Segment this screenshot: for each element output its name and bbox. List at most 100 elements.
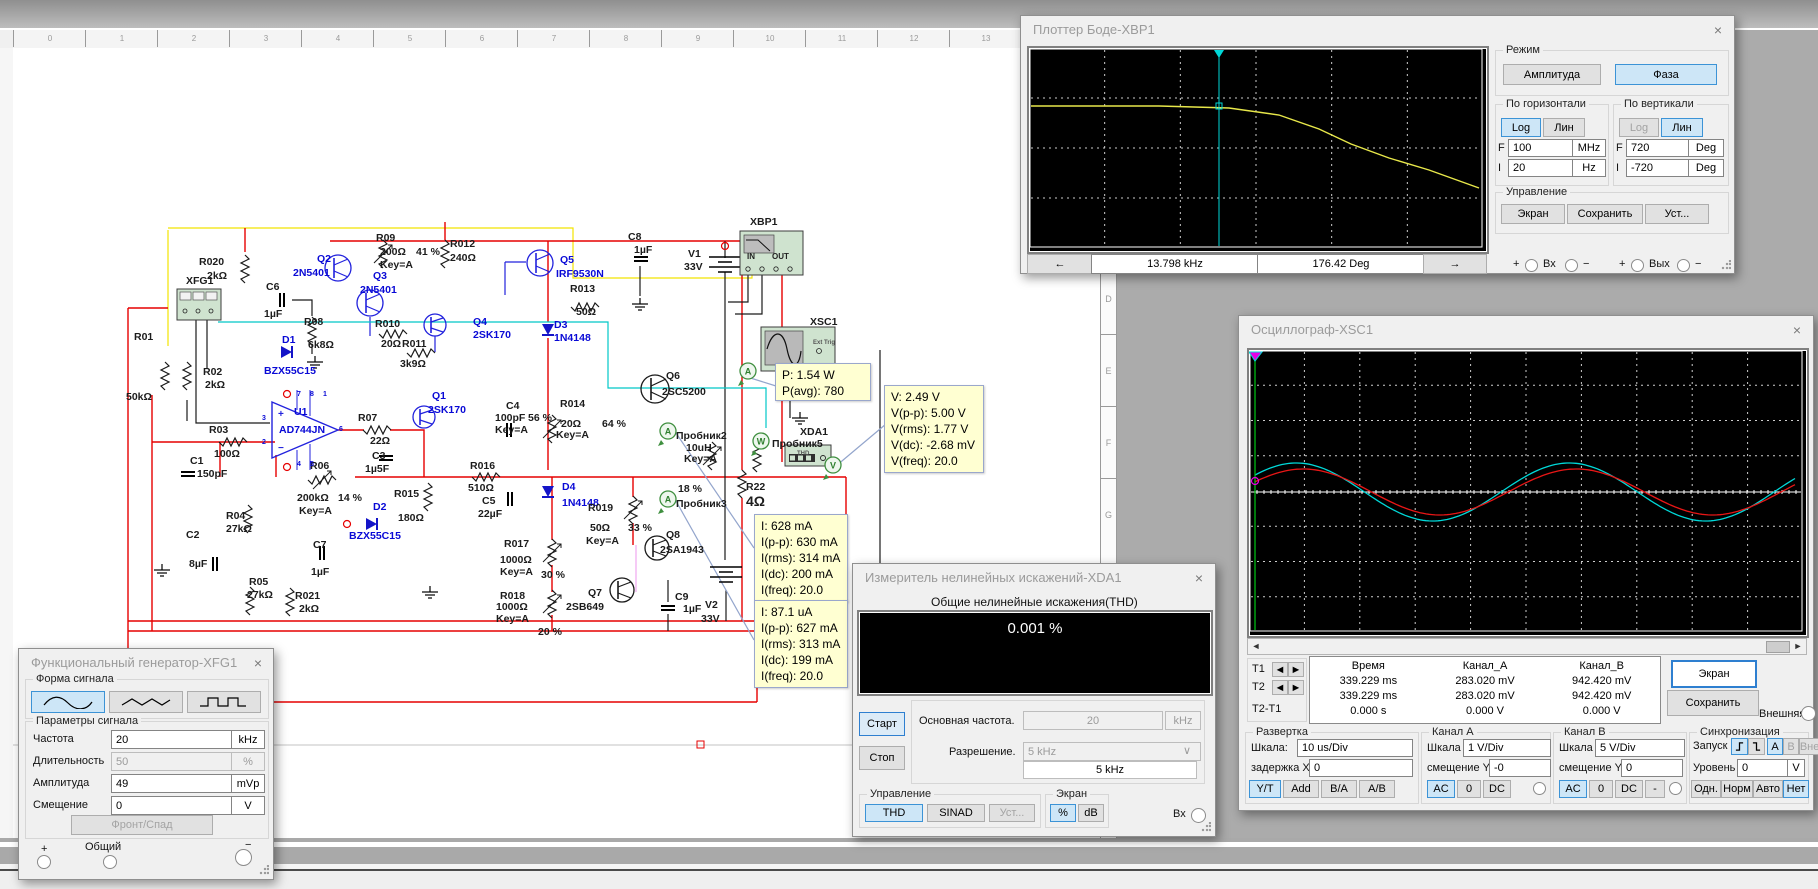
resolution-dropdown[interactable]: 5 kHz xyxy=(1023,742,1201,761)
vertical-f-unit[interactable]: Deg xyxy=(1688,139,1724,157)
horizontal-log-button[interactable]: Log xyxy=(1501,118,1541,137)
group-legend: Режим xyxy=(1503,44,1543,56)
save-button[interactable]: Сохранить xyxy=(1567,204,1643,224)
t1-right-button[interactable]: ► xyxy=(1288,662,1304,677)
vertical-lin-button[interactable]: Лин xyxy=(1661,118,1703,137)
screen-button[interactable]: Экран xyxy=(1501,204,1565,224)
close-icon[interactable]: × xyxy=(1190,569,1208,587)
yt-mode-button[interactable]: Y/T xyxy=(1249,780,1281,798)
save-button[interactable]: Сохранить xyxy=(1667,690,1759,716)
input-radio[interactable] xyxy=(1191,808,1206,823)
chb-offset-label: смещение Y xyxy=(1559,762,1622,774)
percent-button[interactable]: % xyxy=(1050,804,1076,822)
t1-left-button[interactable]: ◄ xyxy=(1272,662,1288,677)
chb-offset-field[interactable]: 0 xyxy=(1621,759,1683,777)
sine-wave-button[interactable] xyxy=(31,691,105,713)
group-legend: По горизонтали xyxy=(1503,98,1589,110)
falling-edge-icon[interactable] xyxy=(1748,738,1765,755)
horizontal-i-unit[interactable]: Hz xyxy=(1572,159,1606,177)
rising-edge-icon[interactable] xyxy=(1731,738,1748,755)
screen-button[interactable]: Экран xyxy=(1671,660,1757,688)
frequency-unit[interactable]: kHz xyxy=(231,730,265,749)
cha-dc-button[interactable]: DC xyxy=(1483,780,1511,798)
ab-mode-button[interactable]: A/B xyxy=(1359,780,1395,798)
sync-ext-button[interactable]: Внеш xyxy=(1799,738,1818,755)
stop-button[interactable]: Стоп xyxy=(859,746,905,770)
cha-offset-label: смещение Y xyxy=(1427,762,1490,774)
t2-left-button[interactable]: ◄ xyxy=(1272,680,1288,695)
single-button[interactable]: Одн. xyxy=(1691,780,1721,798)
in-plus-label: + xyxy=(1513,258,1519,270)
sinad-button[interactable]: SINAD xyxy=(927,804,985,822)
resize-grip[interactable] xyxy=(1721,260,1731,270)
common-terminal[interactable] xyxy=(103,855,117,869)
scroll-right-button[interactable]: → xyxy=(1423,254,1487,274)
start-button[interactable]: Старт xyxy=(859,712,905,736)
offset-field[interactable]: 0 xyxy=(111,796,235,815)
cha-zero-button[interactable]: 0 xyxy=(1457,780,1481,798)
add-mode-button[interactable]: Add xyxy=(1283,780,1319,798)
resize-grip[interactable] xyxy=(259,865,269,875)
amplitude-button[interactable]: Амплитуда xyxy=(1503,64,1601,85)
fundamental-freq-field[interactable]: 20 xyxy=(1023,711,1163,730)
bode-plotter-window[interactable]: Плоттер Боде-XBP1 × ← 13.798 kHz 176.42 … xyxy=(1020,15,1735,274)
auto-button[interactable]: Авто xyxy=(1753,780,1783,798)
triangle-wave-button[interactable] xyxy=(109,691,183,713)
frequency-field[interactable]: 20 xyxy=(111,730,235,749)
group-legend: Параметры сигнала xyxy=(33,715,141,727)
db-button[interactable]: dB xyxy=(1078,804,1104,822)
close-icon[interactable]: × xyxy=(249,654,267,672)
chb-minus-button[interactable]: - xyxy=(1645,780,1665,798)
settings-button[interactable]: Уст... xyxy=(989,804,1035,822)
out-minus-radio[interactable] xyxy=(1677,259,1690,272)
sync-b-button[interactable]: B xyxy=(1783,738,1799,755)
duty-field[interactable]: 50 xyxy=(111,752,235,771)
level-field[interactable]: 0 xyxy=(1737,759,1791,777)
sync-a-button[interactable]: A xyxy=(1767,738,1783,755)
cha-scale-field[interactable]: 1 V/Div xyxy=(1463,739,1551,757)
square-wave-button[interactable] xyxy=(187,691,261,713)
thd-mode-button[interactable]: THD xyxy=(865,804,923,822)
horizontal-lin-button[interactable]: Лин xyxy=(1543,118,1585,137)
phase-button[interactable]: Фаза xyxy=(1615,64,1717,85)
chb-ac-button[interactable]: AC xyxy=(1559,780,1587,798)
horizontal-f-unit[interactable]: MHz xyxy=(1572,139,1606,157)
close-icon[interactable]: × xyxy=(1788,321,1806,339)
in-minus-radio[interactable] xyxy=(1565,259,1578,272)
in-plus-radio[interactable] xyxy=(1525,259,1538,272)
settings-button[interactable]: Уст... xyxy=(1645,204,1709,224)
table-cell: 339.229 ms xyxy=(1310,675,1427,687)
minus-terminal[interactable] xyxy=(235,849,252,866)
external-radio[interactable] xyxy=(1801,706,1816,721)
amplitude-unit[interactable]: mVp xyxy=(231,774,265,793)
horizontal-f-field[interactable]: 100 xyxy=(1508,139,1576,157)
normal-button[interactable]: Норм xyxy=(1721,780,1753,798)
chb-zero-button[interactable]: 0 xyxy=(1589,780,1613,798)
chb-scale-field[interactable]: 5 V/Div xyxy=(1595,739,1685,757)
cha-offset-field[interactable]: -0 xyxy=(1489,759,1551,777)
out-plus-radio[interactable] xyxy=(1631,259,1644,272)
ba-mode-button[interactable]: B/A xyxy=(1321,780,1357,798)
distortion-analyzer-window[interactable]: Измеритель нелинейных искажений-XDA1 × О… xyxy=(852,563,1216,837)
scroll-left-button[interactable]: ← xyxy=(1027,254,1093,274)
cha-ac-button[interactable]: AC xyxy=(1427,780,1455,798)
oscilloscope-window[interactable]: Осциллограф-XSC1 × ◄ ► T1 ◄ ► T2 ◄ ► T2-… xyxy=(1238,315,1814,811)
timebase-delay-field[interactable]: 0 xyxy=(1309,759,1413,777)
none-button[interactable]: Нет xyxy=(1783,780,1809,798)
chb-dc-button[interactable]: DC xyxy=(1615,780,1643,798)
vertical-log-button[interactable]: Log xyxy=(1619,118,1659,137)
function-generator-window[interactable]: Функциональный генератор-XFG1 × Форма си… xyxy=(18,648,274,880)
plus-terminal[interactable] xyxy=(37,855,51,869)
amplitude-field[interactable]: 49 xyxy=(111,774,235,793)
vertical-i-unit[interactable]: Deg xyxy=(1688,159,1724,177)
vertical-i-field[interactable]: -720 xyxy=(1626,159,1692,177)
timebase-scale-field[interactable]: 10 us/Div xyxy=(1297,739,1413,757)
horizontal-i-field[interactable]: 20 xyxy=(1508,159,1576,177)
offset-unit[interactable]: V xyxy=(231,796,265,815)
close-icon[interactable]: × xyxy=(1709,21,1727,39)
edge-button[interactable]: Фронт/Спад xyxy=(71,815,213,835)
resize-grip[interactable] xyxy=(1201,822,1211,832)
t2-right-button[interactable]: ► xyxy=(1288,680,1304,695)
vertical-f-field[interactable]: 720 xyxy=(1626,139,1692,157)
display-scrollbar[interactable]: ◄ ► xyxy=(1247,638,1807,655)
